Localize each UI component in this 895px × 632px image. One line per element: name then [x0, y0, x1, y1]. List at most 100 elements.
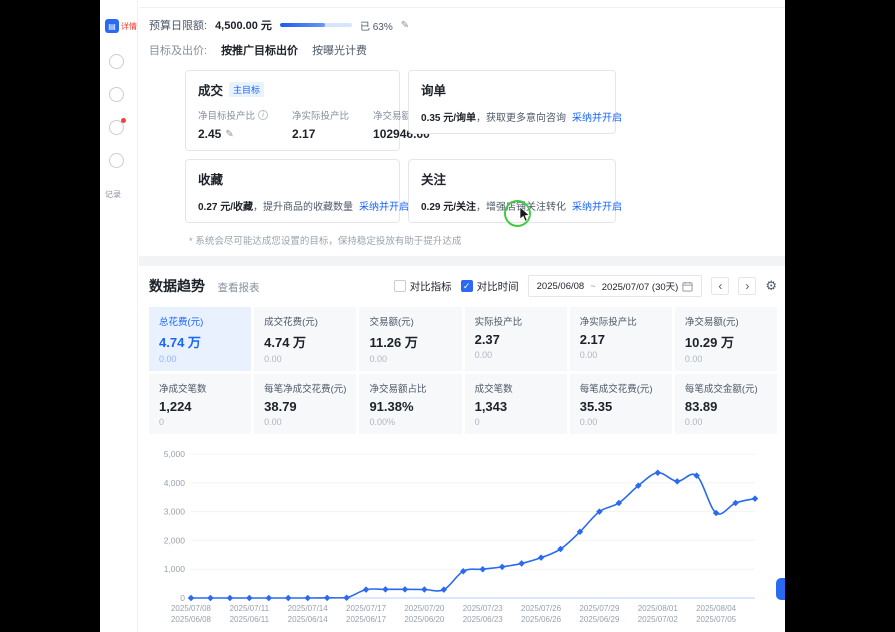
- red-dot-badge: [121, 118, 126, 123]
- favorite-price: 0.27 元/收藏: [198, 202, 253, 213]
- trend-header: 数据趋势 查看报表 对比指标 ✓对比时间 2025/06/08 ~ 2025/0…: [149, 275, 777, 297]
- svg-text:2025/07/02: 2025/07/02: [638, 615, 679, 624]
- metric-value: 4.74 万: [264, 332, 346, 351]
- metric-card[interactable]: 每笔净成交花费(元)38.790.00: [254, 374, 356, 434]
- sidebar-item-records-label[interactable]: 记录: [105, 189, 121, 200]
- svg-text:2025/07/23: 2025/07/23: [463, 604, 504, 613]
- metric-card[interactable]: 净成交笔数 1,224 0: [149, 374, 251, 434]
- metric-grid: 总花费(元)4.74 万0.00成交花费(元)4.74 万0.00交易额(元)1…: [149, 307, 777, 434]
- metric-value: 91.38%: [369, 399, 451, 414]
- follow-price: 0.29 元/关注: [421, 202, 476, 213]
- goals-label: 目标及出价:: [149, 42, 207, 58]
- compare-metric-label: 对比指标: [410, 279, 452, 294]
- svg-text:2025/07/17: 2025/07/17: [346, 604, 387, 613]
- budget-goals-section: 预算日限额: 4,500.00 元 已 63% ✎ 目标及出价: 按推广目标出价…: [139, 8, 785, 247]
- trend-chart-svg: 01,0002,0003,0004,0005,0002025/07/082025…: [149, 446, 777, 632]
- prev-period-button[interactable]: ‹: [711, 277, 729, 295]
- metric-value: 1,224: [159, 399, 241, 414]
- metric-value: 83.89: [685, 399, 767, 414]
- svg-text:2025/07/29: 2025/07/29: [579, 604, 620, 613]
- metric-compare-value: 0.00%: [369, 417, 451, 427]
- date-range-picker[interactable]: 2025/06/08 ~ 2025/07/07 (30天): [528, 275, 703, 297]
- next-period-button[interactable]: ›: [738, 277, 756, 295]
- side-drawer-handle[interactable]: [776, 578, 785, 600]
- metric-compare-value: 0.00: [159, 354, 241, 364]
- detail-icon: ▤: [105, 19, 119, 33]
- tab-bid-by-goal[interactable]: 按推广目标出价: [221, 42, 298, 58]
- screen: { "accent_color": "#2a6af2", "sidebar": …: [0, 0, 895, 632]
- info-icon[interactable]: i: [258, 110, 268, 120]
- metric-target-roi-value: 2.45: [198, 127, 221, 141]
- settings-gear-icon[interactable]: ⚙: [765, 278, 777, 294]
- trend-title: 数据趋势: [149, 278, 205, 294]
- metric-value: 10.29 万: [685, 332, 767, 351]
- inquiry-desc: ，获取更多意向咨询: [476, 113, 566, 124]
- sidebar-icon-creative[interactable]: [109, 87, 124, 102]
- metric-card[interactable]: 净交易额占比 91.38% 0.00%: [359, 374, 461, 434]
- metric-card[interactable]: 每笔成交金额(元) 83.89 0.00: [675, 374, 777, 434]
- edit-roi-icon[interactable]: ✎: [225, 129, 233, 140]
- sidebar-icon-tools[interactable]: [109, 153, 124, 168]
- metric-card[interactable]: 净实际投产比2.170.00: [570, 307, 672, 371]
- metric-card[interactable]: 成交笔数1,3430: [465, 374, 567, 434]
- adopt-inquiry-link[interactable]: 采纳并开启: [572, 113, 622, 124]
- view-report-link[interactable]: 查看报表: [217, 282, 259, 294]
- budget-spent-label: 已 63%: [360, 18, 393, 33]
- metric-label: 每笔净成交花费(元): [264, 381, 346, 395]
- metric-label: 净成交笔数: [159, 381, 241, 395]
- metric-compare-value: 0.00: [580, 350, 662, 360]
- sidebar-icon-report[interactable]: [109, 54, 124, 69]
- budget-row: 预算日限额: 4,500.00 元 已 63% ✎: [149, 17, 771, 33]
- metric-compare-value: 0.00: [580, 417, 662, 427]
- metric-card[interactable]: 实际投产比2.370.00: [465, 307, 567, 371]
- metric-value: 38.79: [264, 399, 346, 414]
- svg-text:2025/06/17: 2025/06/17: [346, 615, 387, 624]
- metric-card[interactable]: 交易额(元)11.26 万0.00: [359, 307, 461, 371]
- sidebar-item-detail[interactable]: ▤ 详情: [105, 19, 137, 33]
- svg-text:2025/08/04: 2025/08/04: [696, 604, 737, 613]
- metric-label: 实际投产比: [475, 314, 557, 328]
- metric-target-roi-label: 净目标投产比: [198, 108, 255, 122]
- goal-card-favorite: 收藏 0.27 元/收藏，提升商品的收藏数量采纳并开启: [185, 159, 400, 223]
- budget-value: 4,500.00 元: [215, 17, 272, 33]
- svg-text:2,000: 2,000: [164, 535, 186, 545]
- left-nav-rail: ▤ 详情 记录: [100, 0, 138, 632]
- metric-card[interactable]: 成交花费(元)4.74 万0.00: [254, 307, 356, 371]
- goal-card-deal: 成交 主目标 净目标投产比i 2.45✎ 净实际投产比 2.17: [185, 70, 400, 151]
- card-title-inquiry: 询单: [421, 80, 446, 99]
- top-divider: [139, 0, 785, 8]
- checkbox-checked-icon: ✓: [461, 280, 473, 292]
- card-title-favorite: 收藏: [198, 169, 223, 188]
- adopt-favorite-link[interactable]: 采纳并开启: [359, 202, 409, 213]
- tab-bid-by-impression[interactable]: 按曝光计费: [312, 42, 367, 58]
- metric-card[interactable]: 净交易额(元)10.29 万0.00: [675, 307, 777, 371]
- metric-label: 每笔成交金额(元): [685, 381, 767, 395]
- metric-compare-value: 0.00: [685, 417, 767, 427]
- date-end: 2025/07/07 (30天): [602, 279, 679, 293]
- goal-card-inquiry: 询单 0.35 元/询单，获取更多意向咨询采纳并开启: [408, 70, 616, 134]
- calendar-icon: [682, 281, 693, 292]
- svg-text:2025/08/01: 2025/08/01: [638, 604, 679, 613]
- date-separator: ~: [590, 281, 596, 292]
- svg-text:5,000: 5,000: [164, 449, 186, 459]
- mouse-cursor-icon: [519, 207, 531, 223]
- svg-text:2025/07/11: 2025/07/11: [230, 604, 270, 613]
- metric-card[interactable]: 总花费(元)4.74 万0.00: [149, 307, 251, 371]
- metric-compare-value: 0: [159, 417, 241, 427]
- compare-time-checkbox[interactable]: ✓对比时间: [461, 279, 519, 294]
- sidebar-icon-diagnosis[interactable]: [109, 120, 124, 135]
- svg-text:2025/06/14: 2025/06/14: [288, 615, 329, 624]
- compare-metric-checkbox[interactable]: 对比指标: [394, 279, 452, 294]
- edit-budget-icon[interactable]: ✎: [401, 20, 409, 31]
- metric-label: 净交易额占比: [369, 381, 451, 395]
- metric-label: 每笔成交花费(元): [580, 381, 662, 395]
- metric-actual-roi-label: 净实际投产比: [292, 108, 349, 122]
- metric-card[interactable]: 每笔成交花费(元)35.350.00: [570, 374, 672, 434]
- metric-value: 1,343: [475, 399, 557, 414]
- main-goal-badge: 主目标: [229, 82, 264, 97]
- adopt-follow-link[interactable]: 采纳并开启: [572, 202, 622, 213]
- metric-label: 成交笔数: [475, 381, 557, 395]
- main-content: 预算日限额: 4,500.00 元 已 63% ✎ 目标及出价: 按推广目标出价…: [139, 0, 785, 632]
- svg-text:3,000: 3,000: [164, 507, 186, 517]
- svg-text:1,000: 1,000: [164, 564, 186, 574]
